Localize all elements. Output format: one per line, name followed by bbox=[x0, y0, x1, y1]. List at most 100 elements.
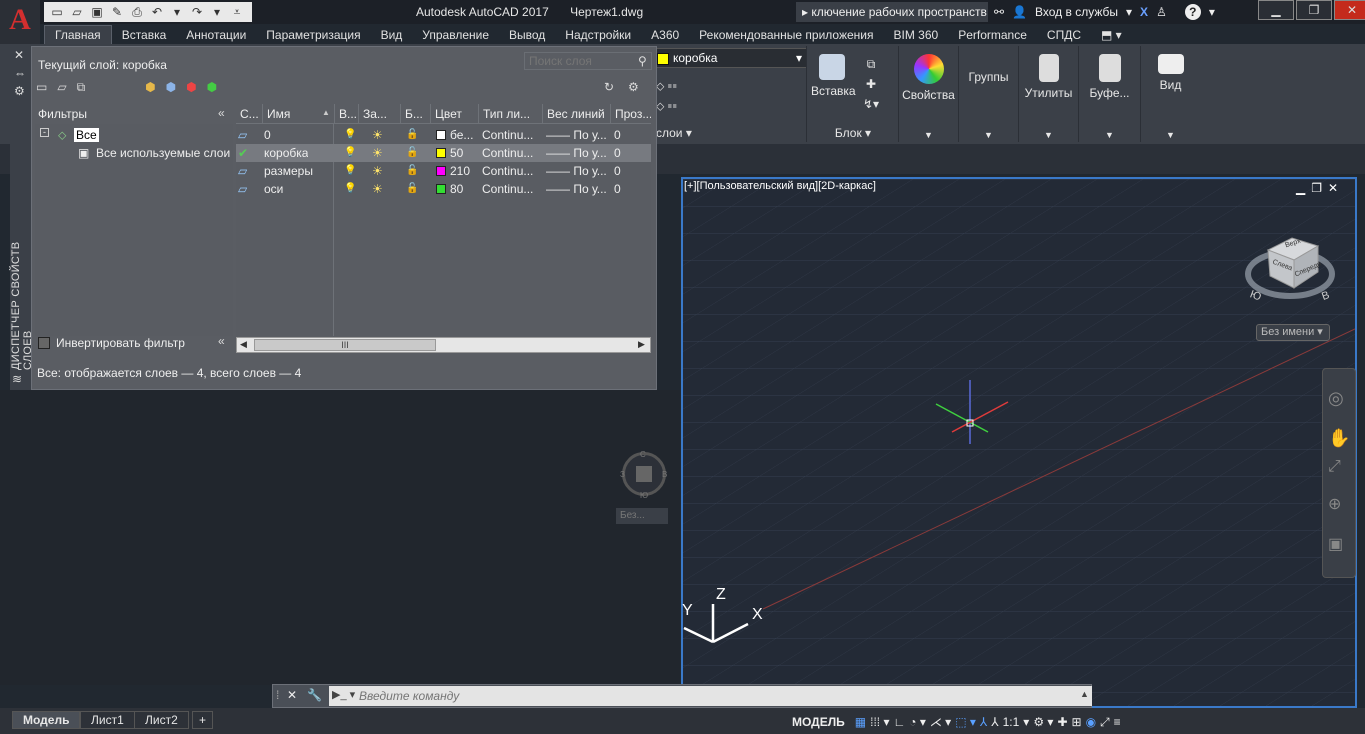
filter-used[interactable]: Все используемые слои bbox=[96, 146, 230, 160]
layer-transparency[interactable]: 0 bbox=[614, 126, 621, 144]
layer-linetype[interactable]: Continu... bbox=[482, 162, 533, 180]
workspace-switch[interactable]: ▸ ключение рабочих пространств bbox=[796, 2, 988, 22]
add-layout-button[interactable]: + bbox=[192, 711, 214, 729]
command-history-icon[interactable]: ▲ bbox=[1080, 689, 1089, 699]
exchange-icon[interactable]: X bbox=[1140, 5, 1148, 19]
units-icon[interactable]: ⊞ bbox=[1072, 715, 1082, 729]
minimize-button[interactable]: ▁ bbox=[1258, 0, 1294, 20]
layer-color-swatch[interactable] bbox=[436, 184, 446, 194]
col-freeze[interactable]: За... bbox=[358, 104, 400, 124]
tab-annotate[interactable]: Аннотации bbox=[176, 26, 256, 45]
command-close-icon[interactable]: ✕ bbox=[287, 688, 297, 702]
tab-addins[interactable]: Надстройки bbox=[555, 26, 641, 45]
signin-button[interactable]: Вход в службы bbox=[1035, 5, 1118, 19]
layer-name[interactable]: размеры bbox=[264, 162, 313, 180]
col-lineweight[interactable]: Вес линий bbox=[542, 104, 610, 124]
application-menu-button[interactable]: A bbox=[0, 0, 40, 44]
bulb-icon[interactable]: 💡 bbox=[344, 180, 356, 198]
layer-row[interactable]: ▱ 0 💡 ☀ 🔓 бе... Continu... —— По у... 0 bbox=[236, 126, 651, 144]
tab-output[interactable]: Вывод bbox=[499, 26, 555, 45]
new-layer-icon[interactable]: ⬢ bbox=[145, 80, 155, 95]
unlock-icon[interactable]: 🔓 bbox=[406, 162, 418, 180]
orbit-icon[interactable]: ⊕ bbox=[1328, 494, 1341, 514]
layer-tool-row-2[interactable]: ⬦ ⚏ bbox=[656, 96, 677, 116]
left-viewport[interactable] bbox=[0, 390, 680, 685]
col-transparency[interactable]: Проз... bbox=[610, 104, 651, 124]
tab-spds[interactable]: СПДС bbox=[1037, 26, 1091, 45]
ribbon-group-groups[interactable]: Группы ▼ bbox=[958, 46, 1018, 142]
help-icon[interactable]: ? bbox=[1184, 4, 1201, 20]
layers-panel-label[interactable]: слои ▾ bbox=[656, 126, 692, 140]
properties-dropdown-icon[interactable]: ▼ bbox=[899, 130, 958, 140]
scale-dropdown-icon[interactable]: ▾ bbox=[1023, 715, 1029, 729]
col-color[interactable]: Цвет bbox=[430, 104, 478, 124]
sun-icon[interactable]: ☀ bbox=[372, 126, 383, 144]
layer-transparency[interactable]: 0 bbox=[614, 162, 621, 180]
command-prompt-icon[interactable]: ▶_ ▾ bbox=[332, 688, 355, 701]
layer-linetype[interactable]: Continu... bbox=[482, 144, 533, 162]
polar-icon[interactable]: ◔ ▾ bbox=[909, 715, 926, 729]
layer-linetype[interactable]: Continu... bbox=[482, 126, 533, 144]
sun-icon[interactable]: ☀ bbox=[372, 144, 383, 162]
palette-settings-icon[interactable]: ⚙ bbox=[14, 84, 25, 98]
invert-filter-toggle[interactable]: Инвертировать фильтр bbox=[38, 336, 185, 350]
palette-autohide-icon[interactable]: ⇔ bbox=[14, 66, 26, 80]
utilities-dropdown-icon[interactable]: ▼ bbox=[1019, 130, 1078, 140]
help-dropdown-icon[interactable]: ▾ bbox=[1209, 5, 1215, 19]
viewport-minimize-icon[interactable]: ▁ bbox=[1296, 181, 1311, 195]
layer-color-name[interactable]: 210 bbox=[450, 162, 470, 180]
scrollbar-thumb[interactable]: III bbox=[254, 339, 436, 351]
isolate-objects-icon[interactable]: ◉ bbox=[1086, 715, 1096, 729]
layer-lineweight[interactable]: —— По у... bbox=[546, 180, 607, 198]
layer-lineweight[interactable]: —— По у... bbox=[546, 126, 607, 144]
ribbon-group-insert[interactable]: Вставка Блок ▾ ⧉ ✚ ↯▾ bbox=[806, 46, 898, 142]
search-layer-input[interactable] bbox=[524, 52, 652, 70]
annomonitor-icon[interactable]: ✚ bbox=[1057, 715, 1067, 729]
tab-manage[interactable]: Управление bbox=[412, 26, 499, 45]
bulb-icon[interactable]: 💡 bbox=[344, 144, 356, 162]
showmotion-icon[interactable]: ▣ bbox=[1328, 534, 1343, 554]
ucs-menu[interactable]: Без имени ▾ bbox=[1256, 324, 1330, 341]
layer-name[interactable]: оси bbox=[264, 180, 283, 198]
view-dropdown-icon[interactable]: ▼ bbox=[1141, 130, 1200, 140]
invert-filter-checkbox[interactable] bbox=[38, 337, 50, 349]
viewport-close-icon[interactable]: ✕ bbox=[1328, 181, 1344, 195]
new-property-filter-icon[interactable]: ▭ bbox=[36, 80, 47, 95]
tab-parametric[interactable]: Параметризация bbox=[256, 26, 370, 45]
viewport-label[interactable]: [+][Пользовательский вид][2D-каркас] bbox=[684, 180, 876, 192]
zoom-extents-icon[interactable]: ⤢ bbox=[1328, 458, 1341, 476]
binoculars-icon[interactable]: ⚯ bbox=[994, 5, 1004, 19]
panel-settings-icon[interactable]: ⚙ bbox=[628, 80, 639, 94]
tab-performance[interactable]: Performance bbox=[948, 26, 1037, 45]
layer-color-name[interactable]: 80 bbox=[450, 180, 463, 198]
left-viewcube-face[interactable] bbox=[636, 466, 652, 482]
layer-lineweight[interactable]: —— По у... bbox=[546, 144, 607, 162]
layer-name[interactable]: коробка bbox=[264, 144, 308, 162]
layer-row[interactable]: ▱ размеры 💡 ☀ 🔓 210 Continu... —— По у... 0 bbox=[236, 162, 651, 180]
layer-transparency[interactable]: 0 bbox=[614, 144, 621, 162]
ribbon-group-utilities[interactable]: Утилиты ▼ bbox=[1018, 46, 1078, 142]
layer-linetype[interactable]: Continu... bbox=[482, 180, 533, 198]
undo-icon[interactable]: ↶ bbox=[150, 5, 164, 19]
layer-transparency[interactable]: 0 bbox=[614, 180, 621, 198]
new-file-icon[interactable]: ▭ bbox=[50, 5, 64, 19]
col-lock[interactable]: Б... bbox=[400, 104, 430, 124]
viewport-maximize-icon[interactable]: ❐ bbox=[1311, 181, 1328, 195]
signin-dropdown-icon[interactable]: ▾ bbox=[1126, 5, 1132, 19]
workspace-gear-icon[interactable]: ⚙ ▾ bbox=[1033, 715, 1053, 729]
layer-tool-row-1[interactable]: ⬦ ⚏ bbox=[656, 76, 677, 96]
refresh-icon[interactable]: ↻ bbox=[604, 80, 614, 94]
groups-dropdown-icon[interactable]: ▼ bbox=[959, 130, 1018, 140]
isodraft-icon[interactable]: ⋌ ▾ bbox=[930, 715, 951, 729]
left-viewcube-name[interactable]: Без... bbox=[616, 508, 668, 524]
ribbon-group-properties[interactable]: Свойства ▼ bbox=[898, 46, 958, 142]
collapse-filters-icon[interactable]: « bbox=[218, 106, 225, 120]
clipboard-dropdown-icon[interactable]: ▼ bbox=[1079, 130, 1140, 140]
scroll-right-icon[interactable]: ▶ bbox=[638, 339, 645, 350]
command-grip-icon[interactable]: ⁞ bbox=[276, 688, 279, 702]
scroll-left-icon[interactable]: ◀ bbox=[240, 339, 247, 350]
unlock-icon[interactable]: 🔓 bbox=[406, 144, 418, 162]
fullscreen-icon[interactable]: ⤢ bbox=[1100, 715, 1110, 730]
plot-icon[interactable]: ⎙ bbox=[130, 5, 144, 20]
osnap-icon[interactable]: ⬚ ▾ bbox=[955, 715, 976, 729]
